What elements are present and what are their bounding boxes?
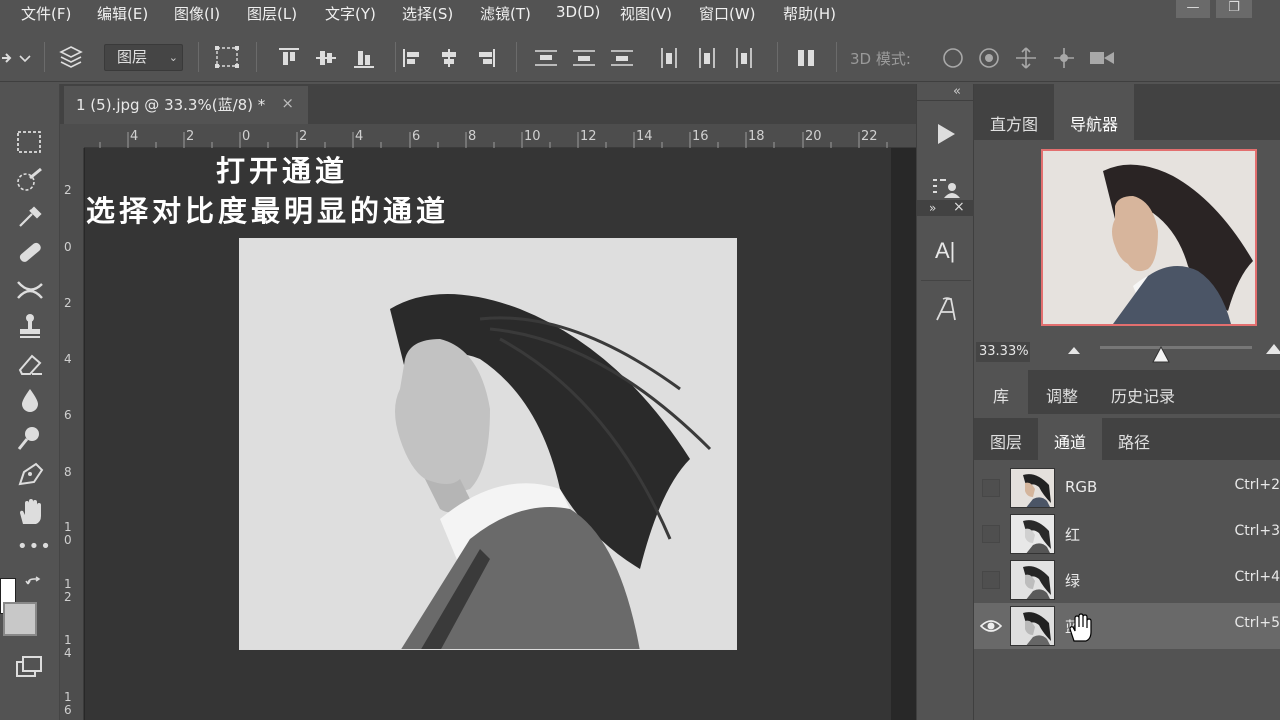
channel-thumbnail: [1010, 560, 1055, 600]
panel-icon-dock: « » × A|: [916, 84, 975, 720]
tab-channels[interactable]: 通道: [1038, 418, 1102, 460]
overlay-title-line2: 选择对比度最明显的通道: [86, 194, 450, 228]
tab-navigator[interactable]: 导航器: [1054, 84, 1134, 140]
dodge-tool-icon[interactable]: [14, 424, 46, 452]
channel-name: 红: [1065, 526, 1081, 544]
restore-button[interactable]: ❐: [1216, 0, 1252, 18]
channel-panel-tabs: 图层 通道 路径: [974, 418, 1280, 460]
auto-select-layers-icon[interactable]: [58, 44, 84, 70]
menu-3d[interactable]: 3D(D): [556, 3, 600, 21]
blur-tool-icon[interactable]: [14, 386, 46, 414]
options-bar: 3D 模式:: [0, 26, 1280, 82]
move-tool-options-icon[interactable]: [0, 48, 36, 68]
background-color-swatch[interactable]: [3, 602, 37, 636]
menu-layer[interactable]: 图层(L): [247, 3, 297, 24]
channel-thumbnail: [1010, 468, 1055, 508]
menu-bar: 文件(F) 编辑(E) 图像(I) 图层(L) 文字(Y) 选择(S) 滤镜(T…: [0, 0, 1280, 26]
play-action-icon[interactable]: [935, 122, 957, 146]
document-tab-title: 1 (5).jpg @ 33.3%(蓝/8) *: [76, 96, 266, 114]
ruler-corner: [60, 124, 84, 148]
channel-name: RGB: [1065, 478, 1098, 496]
library-tabs: 库 调整 历史记录: [974, 370, 1280, 414]
distribute-spacing-icon[interactable]: [794, 46, 818, 70]
quick-mask-icon[interactable]: [15, 654, 45, 680]
channel-row-red[interactable]: 红 Ctrl+3: [974, 511, 1280, 557]
quick-select-tool-icon[interactable]: [14, 166, 46, 194]
character-panel-icon[interactable]: A|: [935, 238, 955, 264]
distribute-horizontal-icons[interactable]: [658, 46, 758, 70]
navigator-zoom-row: 33.33%: [974, 336, 1280, 366]
tab-paths[interactable]: 路径: [1102, 418, 1166, 460]
align-vertical-icons[interactable]: [276, 46, 386, 70]
document-image[interactable]: [239, 238, 737, 650]
auto-select-value: 图层: [117, 48, 148, 66]
visibility-toggle[interactable]: [982, 525, 1000, 543]
pen-tool-icon[interactable]: [14, 460, 46, 488]
transform-controls-icon[interactable]: [214, 45, 240, 69]
zoom-slider-track[interactable]: [1100, 346, 1252, 349]
properties-panel-icon[interactable]: [932, 176, 960, 198]
more-tools-icon[interactable]: •••: [17, 536, 52, 557]
zoom-out-icon[interactable]: [1066, 344, 1082, 356]
menu-select[interactable]: 选择(S): [402, 3, 453, 24]
navigator-tabs: 直方图 导航器: [974, 84, 1280, 140]
channel-shortcut: Ctrl+3: [1234, 523, 1280, 539]
swap-colors-icon[interactable]: [24, 576, 42, 594]
menu-image[interactable]: 图像(I): [174, 3, 220, 24]
align-horizontal-icons[interactable]: [400, 46, 500, 70]
channel-name: 绿: [1065, 572, 1081, 590]
paragraph-style-icon[interactable]: [933, 296, 959, 322]
marquee-tool-icon[interactable]: [14, 128, 46, 156]
channel-thumbnail: [1010, 514, 1055, 554]
zoom-value-field[interactable]: 33.33%: [976, 342, 1030, 362]
minimize-button[interactable]: —: [1176, 0, 1210, 18]
chevron-down-icon: ⌄: [168, 51, 178, 64]
ruler-horizontal[interactable]: 4 2 0 2 4 6 8 10 12 14 16 18 20 22: [84, 124, 916, 148]
3d-mode-label: 3D 模式:: [850, 50, 911, 68]
channel-shortcut: Ctrl+4: [1234, 569, 1280, 585]
collapse-dock-icon[interactable]: «: [953, 84, 961, 99]
patch-tool-icon[interactable]: [14, 276, 46, 304]
tab-histogram[interactable]: 直方图: [974, 84, 1054, 140]
hand-tool-icon[interactable]: [14, 498, 46, 526]
channel-row-rgb[interactable]: RGB Ctrl+2: [974, 465, 1280, 511]
expand-dock-icon[interactable]: »: [929, 201, 936, 215]
tab-layers[interactable]: 图层: [974, 418, 1038, 460]
menu-edit[interactable]: 编辑(E): [97, 3, 148, 24]
document-tab[interactable]: 1 (5).jpg @ 33.3%(蓝/8) * ×: [64, 86, 308, 124]
ruler-vertical[interactable]: 2 0 2 4 6 8 1 0 1 2 1 4 1 6: [60, 148, 84, 720]
menu-type[interactable]: 文字(Y): [325, 3, 376, 24]
menu-window[interactable]: 窗口(W): [699, 3, 756, 24]
distribute-vertical-icons[interactable]: [533, 46, 643, 70]
channel-row-green[interactable]: 绿 Ctrl+4: [974, 557, 1280, 603]
navigator-thumbnail[interactable]: [1041, 149, 1257, 326]
visibility-toggle[interactable]: [982, 479, 1000, 497]
overlay-title-line1: 打开通道: [216, 154, 349, 188]
eye-icon[interactable]: [980, 616, 1002, 636]
channel-shortcut: Ctrl+5: [1234, 615, 1280, 631]
menu-file[interactable]: 文件(F): [21, 3, 71, 24]
menu-help[interactable]: 帮助(H): [783, 3, 836, 24]
zoom-in-icon[interactable]: [1264, 342, 1280, 356]
close-icon[interactable]: ×: [281, 94, 294, 112]
clone-stamp-tool-icon[interactable]: [14, 312, 46, 340]
zoom-slider-handle[interactable]: [1152, 346, 1170, 364]
tab-history[interactable]: 历史记录: [1096, 370, 1190, 414]
menu-view[interactable]: 视图(V): [620, 3, 672, 24]
tab-library[interactable]: 库: [974, 370, 1028, 414]
channel-row-blue[interactable]: 蓝 Ctrl+5: [974, 603, 1280, 649]
auto-select-dropdown[interactable]: 图层 ⌄: [104, 44, 183, 71]
close-icon[interactable]: ×: [953, 199, 965, 215]
menu-filter[interactable]: 滤镜(T): [480, 3, 531, 24]
eyedropper-tool-icon[interactable]: [14, 202, 46, 230]
tools-panel: •••: [0, 84, 60, 720]
hand-cursor-icon: [1069, 613, 1092, 642]
visibility-toggle[interactable]: [982, 571, 1000, 589]
tab-adjustments[interactable]: 调整: [1030, 370, 1094, 414]
3d-mode-icons[interactable]: [940, 44, 1120, 72]
healing-brush-tool-icon[interactable]: [14, 238, 46, 266]
channel-thumbnail: [1010, 606, 1055, 646]
channel-shortcut: Ctrl+2: [1234, 477, 1280, 493]
eraser-tool-icon[interactable]: [14, 350, 46, 378]
